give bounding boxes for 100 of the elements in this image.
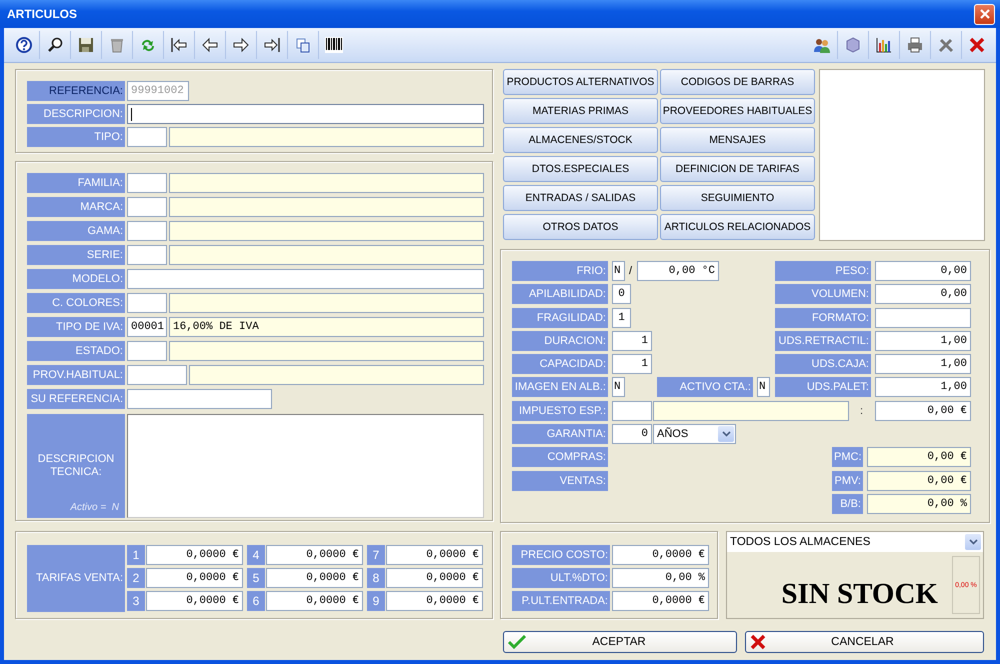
text-field[interactable] [127,389,272,409]
rate-field[interactable]: 0,0000 € [386,545,483,565]
unit-dropdown[interactable]: AÑOS [653,424,736,444]
help-icon[interactable] [14,36,32,54]
value-field[interactable]: 0,00 [875,261,971,281]
search-icon[interactable] [46,36,64,54]
field-label: GAMA: [27,221,125,241]
value-field[interactable]: 1,00 [875,354,971,374]
section-button[interactable]: ARTICULOS RELACIONADOS [660,214,815,240]
code-field[interactable] [127,127,167,147]
status-note: Activo = N [70,502,119,514]
rate-field[interactable]: 0,0000 € [266,591,363,611]
code-field[interactable] [127,293,167,313]
section-button[interactable]: PRODUCTOS ALTERNATIVOS [503,69,658,95]
forward-arrow-icon[interactable] [232,36,250,54]
bar-chart-icon[interactable] [875,36,893,54]
rate-field[interactable]: 0,0000 € [386,591,483,611]
rate-number: 3 [127,591,145,611]
accept-button[interactable]: ACEPTAR [503,631,737,653]
field-label: IMAGEN EN ALB.: [512,377,608,398]
field-label: IMPUESTO ESP.: [512,400,608,421]
value-field[interactable] [875,308,971,328]
rate-field[interactable]: 0,0000 € [386,568,483,588]
number-field[interactable]: 0 [612,424,652,444]
code-field[interactable] [127,197,167,217]
copy-icon[interactable] [294,36,312,54]
section-button[interactable]: OTROS DATOS [503,214,658,240]
rate-field[interactable]: 0,0000 € [266,545,363,565]
field-label: REFERENCIA: [27,81,125,101]
field-label: COMPRAS: [512,447,608,468]
rate-number: 1 [127,545,145,565]
barcode-icon[interactable] [325,36,343,54]
warehouse-dropdown[interactable]: TODOS LOS ALMACENES [727,532,983,552]
lookup-field: 16,00% DE IVA [169,317,484,337]
save-icon[interactable] [77,36,95,54]
value-field: 0,00 % [867,494,971,514]
field-label: FORMATO: [775,308,871,328]
flag-field[interactable]: N [612,261,625,281]
value-field[interactable]: 1,00 [875,377,971,398]
field-label: UDS.RETRACTIL: [775,330,871,351]
trash-icon[interactable] [108,36,126,54]
code-field[interactable] [612,400,652,421]
number-field[interactable]: 1 [612,330,652,351]
flag-field[interactable]: N [757,377,770,398]
rate-field[interactable]: 0,0000 € [146,591,243,611]
field-label: VOLUMEN: [775,284,871,304]
field-label: MODELO: [27,269,125,289]
first-record-icon[interactable] [170,36,188,54]
code-field[interactable] [127,365,187,385]
section-button[interactable]: DEFINICION DE TARIFAS [660,156,815,182]
section-button[interactable]: SEGUIMIENTO [660,185,815,211]
cube-icon[interactable] [844,36,862,54]
field-label: GARANTIA: [512,424,608,444]
value-field: 0,00 € [867,470,971,491]
rate-number: 9 [367,591,385,611]
last-record-icon[interactable] [263,36,281,54]
close-icon[interactable] [968,36,986,54]
value-field[interactable]: 0,0000 € [612,545,709,565]
code-field[interactable] [127,173,167,193]
text-field[interactable] [127,269,484,289]
back-arrow-icon[interactable] [201,36,219,54]
rate-field[interactable]: 0,0000 € [146,568,243,588]
digit-field[interactable]: 1 [612,308,631,328]
temperature-field[interactable]: 0,00 °C [637,261,719,281]
code-field[interactable]: 00001 [127,317,167,337]
field-label: TIPO DE IVA: [27,317,125,337]
section-button[interactable]: PROVEEDORES HABITUALES [660,98,815,124]
close-button[interactable] [974,4,995,24]
users-icon[interactable] [812,36,830,54]
separator: / [629,265,633,277]
section-button[interactable]: MENSAJES [660,127,815,153]
code-field[interactable] [127,221,167,241]
rate-number: 5 [247,568,265,588]
value-field[interactable]: 0,00 [875,284,971,304]
section-button[interactable]: CODIGOS DE BARRAS [660,69,815,95]
field-label: C. COLORES: [27,293,125,313]
rate-number: 8 [367,568,385,588]
digit-field[interactable]: 0 [612,284,631,304]
value-field[interactable]: 0,00 % [612,568,709,588]
value-field[interactable]: 1,00 [875,330,971,351]
value-field[interactable]: 0,0000 € [612,591,709,611]
cancel-button[interactable]: CANCELAR [745,631,984,653]
code-field[interactable] [127,341,167,361]
rate-field[interactable]: 0,0000 € [266,568,363,588]
field-label: PESO: [775,261,871,281]
section-button[interactable]: MATERIAS PRIMAS [503,98,658,124]
printer-icon[interactable] [906,36,924,54]
section-button[interactable]: DTOS.ESPECIALES [503,156,658,182]
description-field[interactable] [127,104,484,124]
section-button[interactable]: ENTRADAS / SALIDAS [503,185,658,211]
code-field[interactable] [127,245,167,265]
field-label: CAPACIDAD: [512,354,608,374]
flag-field[interactable]: N [612,377,625,398]
rate-field[interactable]: 0,0000 € [146,545,243,565]
section-button[interactable]: ALMACENES/STOCK [503,127,658,153]
field-label: UDS.PALET: [775,377,871,398]
number-field[interactable]: 1 [612,354,652,374]
field-label: FRIO: [512,261,608,281]
field-label: VENTAS: [512,470,608,491]
amount-field[interactable]: 0,00 € [875,400,971,421]
